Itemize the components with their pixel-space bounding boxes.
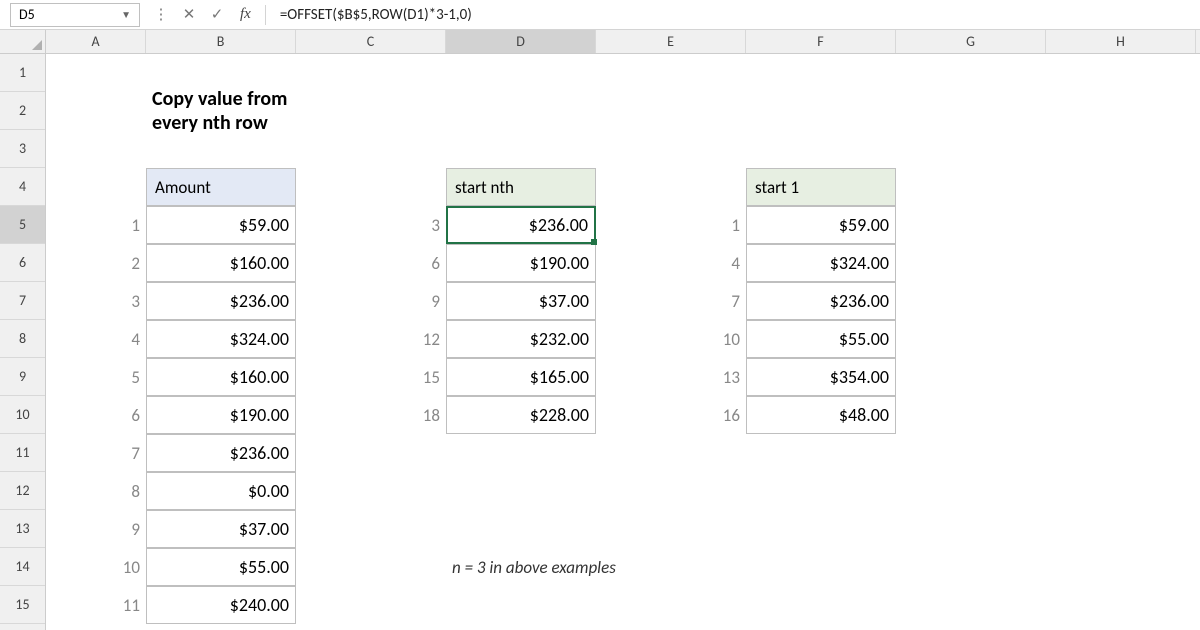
column-headers: ABCDEFGH — [46, 30, 1200, 54]
index-cell[interactable]: 3 — [296, 206, 446, 244]
header-start-1[interactable]: start 1 — [746, 168, 896, 206]
index-cell[interactable]: 4 — [46, 320, 146, 358]
row-header-3[interactable]: 3 — [0, 130, 45, 168]
value-cell[interactable]: $236.00 — [746, 282, 896, 320]
value-cell[interactable]: $160.00 — [146, 244, 296, 282]
value-cell[interactable]: $228.00 — [446, 396, 596, 434]
col-header-D[interactable]: D — [446, 30, 596, 53]
row-header-4[interactable]: 4 — [0, 168, 45, 206]
index-cell[interactable]: 6 — [296, 244, 446, 282]
row-header-2[interactable]: 2 — [0, 92, 45, 130]
value-cell[interactable]: $240.00 — [146, 586, 296, 624]
value-cell[interactable]: $236.00 — [446, 206, 596, 244]
fx-icon[interactable]: fx — [236, 6, 255, 23]
value-cell[interactable]: $59.00 — [146, 206, 296, 244]
index-cell[interactable]: 6 — [46, 396, 146, 434]
select-all-corner[interactable] — [0, 30, 46, 54]
enter-icon[interactable]: ✓ — [208, 5, 226, 24]
row-header-9[interactable]: 9 — [0, 358, 45, 396]
value-cell[interactable]: $59.00 — [746, 206, 896, 244]
row-header-10[interactable]: 10 — [0, 396, 45, 434]
name-box-value: D5 — [19, 6, 35, 23]
value-cell[interactable]: $55.00 — [146, 548, 296, 586]
index-cell[interactable]: 2 — [46, 244, 146, 282]
index-cell[interactable]: 8 — [46, 472, 146, 510]
index-cell[interactable]: 1 — [596, 206, 746, 244]
index-cell[interactable]: 13 — [596, 358, 746, 396]
chevron-down-icon[interactable]: ▼ — [121, 8, 131, 21]
row-header-6[interactable]: 6 — [0, 244, 45, 282]
header-start-nth[interactable]: start nth — [446, 168, 596, 206]
value-cell[interactable]: $354.00 — [746, 358, 896, 396]
col-header-B[interactable]: B — [146, 30, 296, 53]
index-cell[interactable]: 4 — [596, 244, 746, 282]
col-header-G[interactable]: G — [896, 30, 1046, 53]
cells-area[interactable]: Copy value from every nth row Amount sta… — [46, 54, 1200, 630]
value-cell[interactable]: $232.00 — [446, 320, 596, 358]
index-cell[interactable]: 16 — [596, 396, 746, 434]
name-box[interactable]: D5 ▼ — [10, 3, 140, 27]
col-header-C[interactable]: C — [296, 30, 446, 53]
row-header-7[interactable]: 7 — [0, 282, 45, 320]
index-cell[interactable]: 18 — [296, 396, 446, 434]
value-cell[interactable]: $0.00 — [146, 472, 296, 510]
formula-buttons: ⋮ ✕ ✓ fx — [146, 5, 261, 24]
value-cell[interactable]: $324.00 — [746, 244, 896, 282]
row-header-8[interactable]: 8 — [0, 320, 45, 358]
row-header-1[interactable]: 1 — [0, 54, 45, 92]
row-header-12[interactable]: 12 — [0, 472, 45, 510]
value-cell[interactable]: $324.00 — [146, 320, 296, 358]
col-header-A[interactable]: A — [46, 30, 146, 53]
value-cell[interactable]: $37.00 — [146, 510, 296, 548]
separator-icon: ⋮ — [152, 5, 170, 24]
formula-input[interactable]: =OFFSET($B$5,ROW(D1)*3-1,0) — [270, 6, 1200, 24]
formula-bar: D5 ▼ ⋮ ✕ ✓ fx =OFFSET($B$5,ROW(D1)*3-1,0… — [0, 0, 1200, 30]
value-cell[interactable]: $37.00 — [446, 282, 596, 320]
index-cell[interactable]: 7 — [46, 434, 146, 472]
index-cell[interactable]: 15 — [296, 358, 446, 396]
col-header-H[interactable]: H — [1046, 30, 1196, 53]
sheet-title: Copy value from every nth row — [146, 92, 296, 130]
row-header-5[interactable]: 5 — [0, 206, 45, 244]
index-cell[interactable]: 9 — [296, 282, 446, 320]
cancel-icon[interactable]: ✕ — [180, 5, 198, 24]
divider — [265, 5, 266, 25]
index-cell[interactable]: 11 — [46, 586, 146, 624]
index-cell[interactable]: 9 — [46, 510, 146, 548]
value-cell[interactable]: $55.00 — [746, 320, 896, 358]
row-headers: 123456789101112131415 — [0, 54, 46, 630]
header-amount[interactable]: Amount — [146, 168, 296, 206]
value-cell[interactable]: $160.00 — [146, 358, 296, 396]
value-cell[interactable]: $165.00 — [446, 358, 596, 396]
note-text: n = 3 in above examples — [446, 548, 846, 586]
row-header-14[interactable]: 14 — [0, 548, 45, 586]
value-cell[interactable]: $190.00 — [446, 244, 596, 282]
index-cell[interactable]: 5 — [46, 358, 146, 396]
row-header-13[interactable]: 13 — [0, 510, 45, 548]
value-cell[interactable]: $190.00 — [146, 396, 296, 434]
value-cell[interactable]: $236.00 — [146, 434, 296, 472]
row-header-11[interactable]: 11 — [0, 434, 45, 472]
index-cell[interactable]: 3 — [46, 282, 146, 320]
col-header-F[interactable]: F — [746, 30, 896, 53]
spreadsheet-grid: ABCDEFGH 123456789101112131415 Copy valu… — [0, 30, 1200, 630]
row-header-15[interactable]: 15 — [0, 586, 45, 624]
index-cell[interactable]: 7 — [596, 282, 746, 320]
value-cell[interactable]: $236.00 — [146, 282, 296, 320]
index-cell[interactable]: 1 — [46, 206, 146, 244]
col-header-E[interactable]: E — [596, 30, 746, 53]
index-cell[interactable]: 12 — [296, 320, 446, 358]
value-cell[interactable]: $48.00 — [746, 396, 896, 434]
index-cell[interactable]: 10 — [46, 548, 146, 586]
index-cell[interactable]: 10 — [596, 320, 746, 358]
